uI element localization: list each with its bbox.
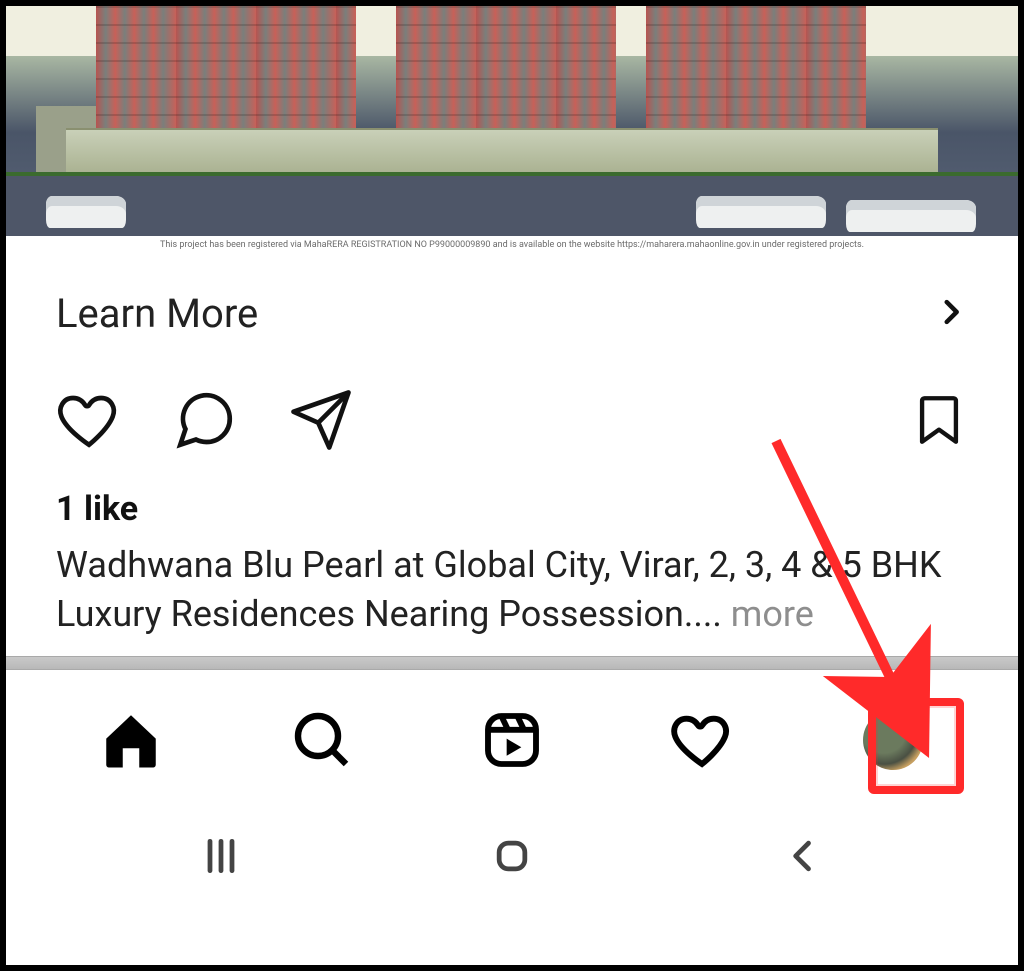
reels-tab[interactable] [472, 700, 552, 780]
likes-count[interactable]: 1 like [6, 467, 1018, 537]
home-tab[interactable] [91, 700, 171, 780]
chevron-right-icon [934, 295, 968, 333]
post-caption: Wadhwana Blu Pearl at Global City, Virar… [6, 537, 1018, 656]
bottom-tab-bar [6, 670, 1018, 810]
image-disclaimer: This project has been registered via Mah… [6, 236, 1018, 254]
cta-label: Learn More [56, 290, 258, 337]
activity-tab[interactable] [662, 700, 742, 780]
back-button[interactable] [763, 831, 843, 881]
search-tab[interactable] [282, 700, 362, 780]
like-icon[interactable] [56, 387, 122, 457]
car-decor [696, 196, 826, 228]
section-divider [6, 656, 1018, 670]
save-icon[interactable] [910, 388, 968, 456]
car-decor [846, 200, 976, 232]
post-image[interactable] [6, 6, 1018, 236]
profile-tab[interactable] [853, 700, 933, 780]
comment-icon[interactable] [172, 387, 238, 457]
post-actions [6, 367, 1018, 467]
more-link[interactable]: more [731, 593, 814, 635]
storefront-decor [66, 128, 938, 176]
recents-button[interactable] [181, 831, 261, 881]
system-nav-bar [6, 810, 1018, 902]
cta-row[interactable]: Learn More [6, 254, 1018, 367]
avatar [863, 710, 923, 770]
car-decor [46, 196, 126, 228]
share-icon[interactable] [288, 387, 354, 457]
home-button[interactable] [472, 831, 552, 881]
